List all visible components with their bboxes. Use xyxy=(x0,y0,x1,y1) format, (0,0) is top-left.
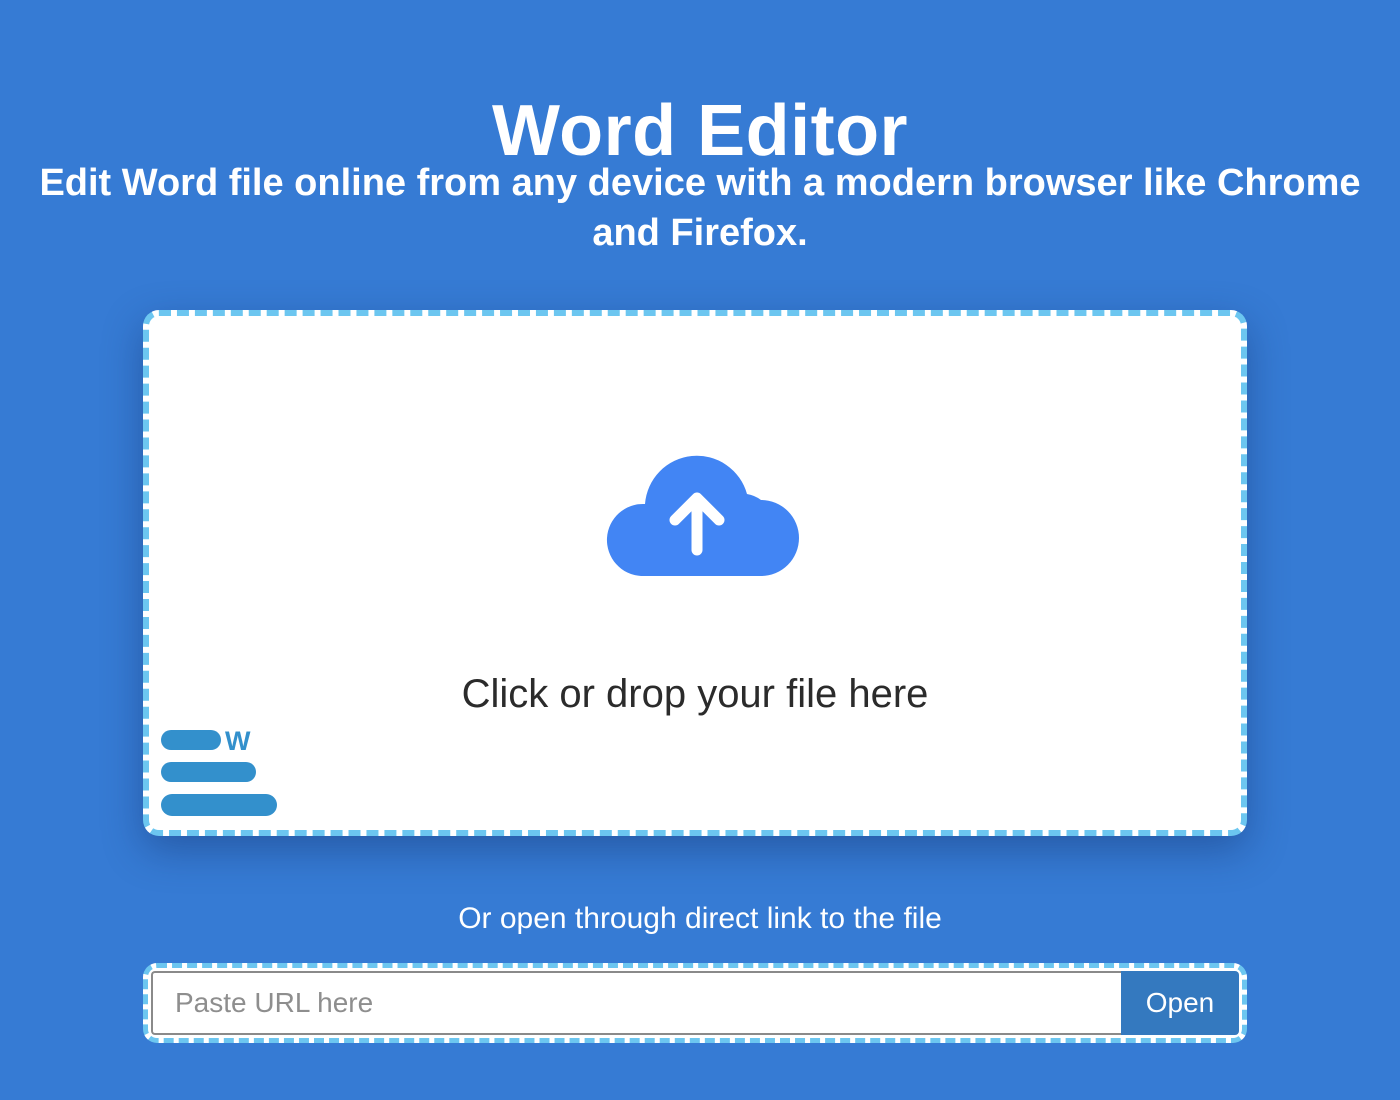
page-subtitle: Edit Word file online from any device wi… xyxy=(39,162,1361,254)
cloud-upload-icon xyxy=(606,455,799,576)
direct-link-label: Or open through direct link to the file xyxy=(458,902,942,935)
open-button[interactable]: Open xyxy=(1121,971,1239,1035)
word-logo-letter: W xyxy=(225,726,251,756)
dropzone-instruction: Click or drop your file here xyxy=(461,672,929,716)
word-document-icon: W xyxy=(161,726,277,816)
url-input-group: Open xyxy=(143,963,1247,1043)
url-input[interactable] xyxy=(151,971,1121,1035)
file-dropzone[interactable]: Click or drop your file here W xyxy=(143,310,1247,836)
